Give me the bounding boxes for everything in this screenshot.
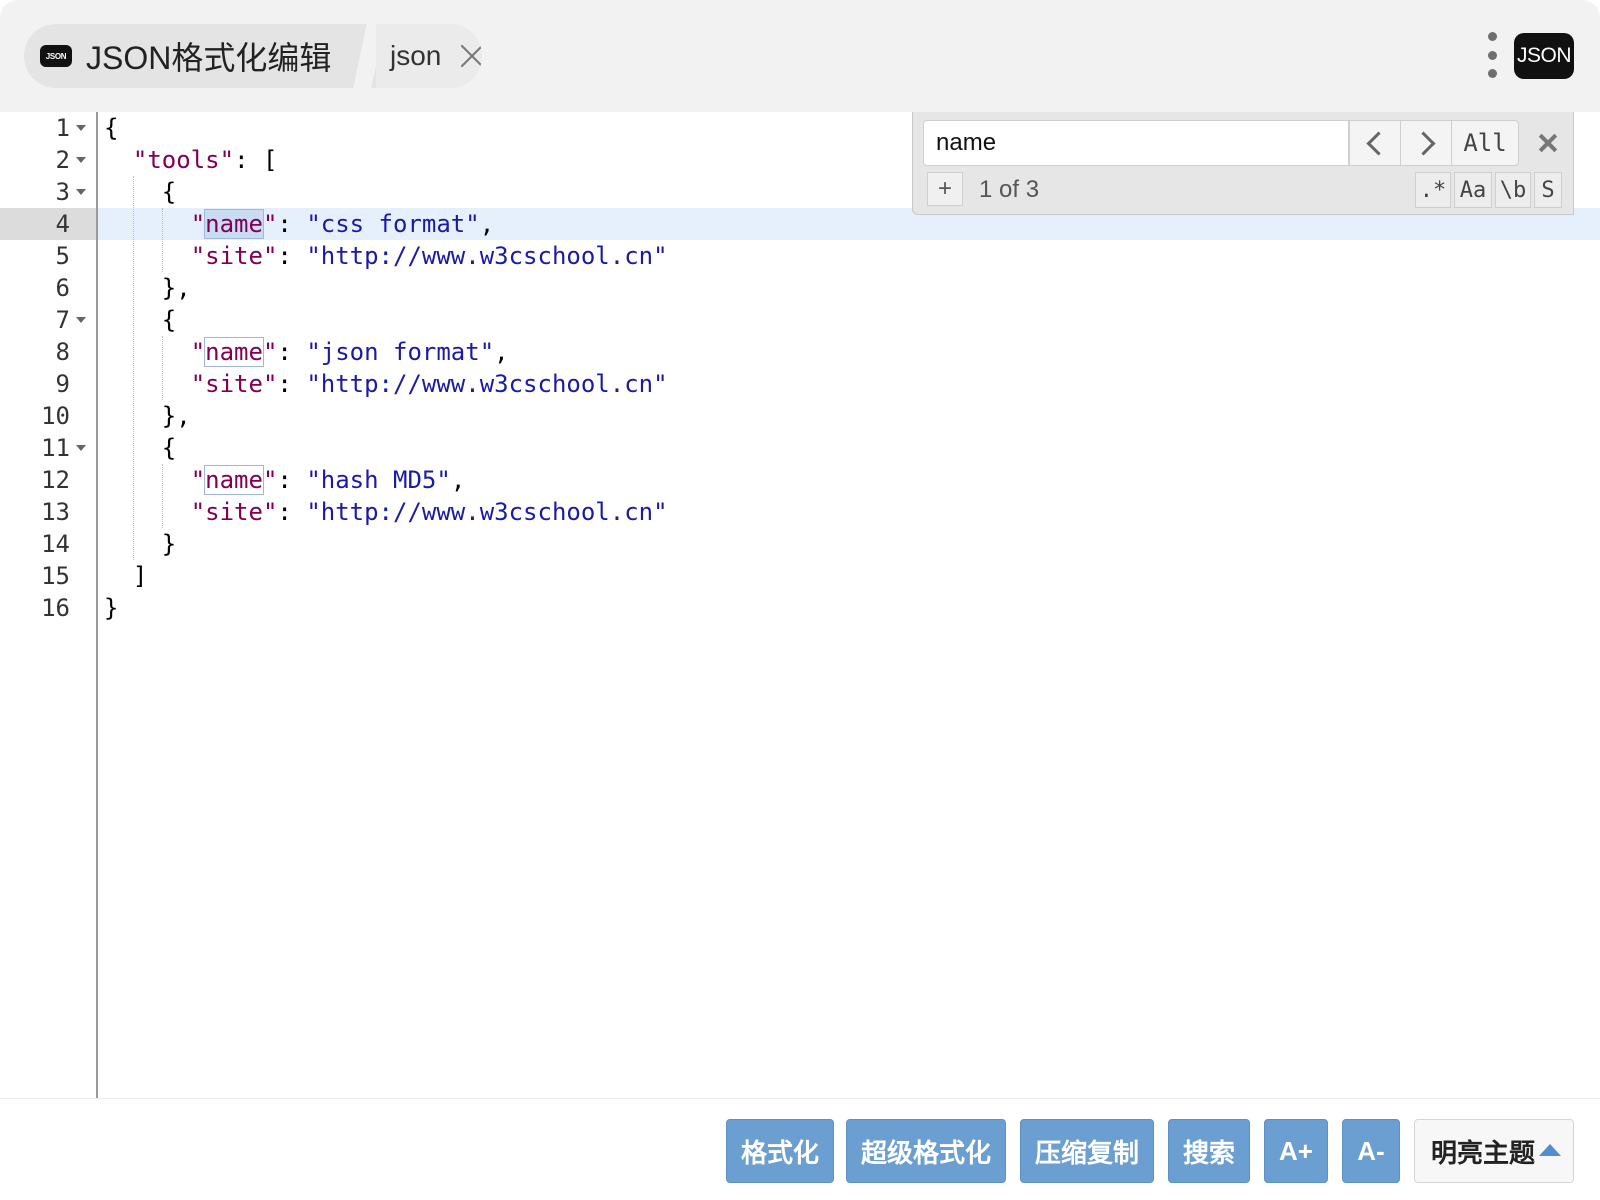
case-sensitive-toggle[interactable]: Aa bbox=[1454, 172, 1492, 208]
line-number: 16 bbox=[41, 594, 70, 622]
code-line[interactable]: }, bbox=[104, 400, 191, 432]
code-line[interactable]: "site": "http://www.w3cschool.cn" bbox=[104, 240, 668, 272]
close-search-icon[interactable] bbox=[1537, 132, 1559, 154]
more-menu-icon[interactable] bbox=[1486, 32, 1498, 78]
line-number: 10 bbox=[41, 402, 70, 430]
code-line[interactable]: "name": "json format", bbox=[104, 336, 509, 368]
code-line[interactable]: }, bbox=[104, 272, 191, 304]
super-format-button[interactable]: 超级格式化 bbox=[846, 1119, 1006, 1183]
caret-up-icon bbox=[1539, 1144, 1562, 1156]
fold-arrow-icon[interactable] bbox=[76, 445, 86, 451]
line-number: 11 bbox=[41, 434, 70, 462]
close-icon[interactable] bbox=[459, 43, 482, 69]
font-increase-button[interactable]: A+ bbox=[1264, 1119, 1328, 1183]
whole-word-toggle[interactable]: \b bbox=[1495, 172, 1531, 208]
json-key: "site" bbox=[190, 242, 278, 270]
theme-select[interactable]: 明亮主题 bbox=[1414, 1119, 1574, 1183]
code-line[interactable]: { bbox=[104, 432, 176, 464]
search-input[interactable] bbox=[923, 120, 1349, 166]
theme-label: 明亮主题 bbox=[1431, 1137, 1536, 1168]
app-window: JSON JSON格式化编辑 json JSON 1 2 3 4 5 6 7 8… bbox=[0, 0, 1600, 1200]
code-line[interactable]: { bbox=[104, 112, 118, 144]
find-all-button[interactable]: All bbox=[1451, 120, 1519, 166]
json-string: "css format" bbox=[306, 210, 480, 238]
chevron-right-icon bbox=[1410, 130, 1436, 156]
json-string: "hash MD5" bbox=[306, 466, 451, 494]
fold-arrow-icon[interactable] bbox=[76, 157, 86, 163]
tab-json[interactable]: json bbox=[376, 24, 482, 88]
code-line[interactable]: "name": "hash MD5", bbox=[104, 464, 465, 496]
search-button[interactable]: 搜索 bbox=[1168, 1119, 1250, 1183]
line-number: 9 bbox=[55, 370, 70, 398]
line-number: 14 bbox=[41, 530, 70, 558]
json-key: "name" bbox=[190, 337, 278, 367]
code-line[interactable]: } bbox=[104, 592, 118, 624]
fold-arrow-icon[interactable] bbox=[76, 125, 86, 131]
json-key: "name" bbox=[190, 465, 278, 495]
json-string: "http://www.w3cschool.cn" bbox=[306, 498, 668, 526]
line-number: 13 bbox=[41, 498, 70, 526]
fold-arrow-icon[interactable] bbox=[76, 317, 86, 323]
json-string: "http://www.w3cschool.cn" bbox=[306, 370, 668, 398]
line-number: 3 bbox=[55, 178, 70, 206]
chevron-left-icon bbox=[1365, 130, 1391, 156]
json-logo-icon: JSON bbox=[40, 45, 72, 67]
search-match-highlight: name bbox=[204, 465, 264, 495]
tab-json-label: json bbox=[390, 40, 442, 71]
line-number: 6 bbox=[55, 274, 70, 302]
line-number: 8 bbox=[55, 338, 70, 366]
header-bar: JSON JSON格式化编辑 json JSON bbox=[0, 0, 1600, 112]
code-line[interactable]: "name": "css format", bbox=[104, 208, 494, 240]
json-key: "site" bbox=[190, 498, 278, 526]
code-line[interactable]: { bbox=[104, 176, 176, 208]
json-key: "site" bbox=[190, 370, 278, 398]
code-line[interactable]: "site": "http://www.w3cschool.cn" bbox=[104, 496, 668, 528]
regex-toggle[interactable]: .* bbox=[1415, 172, 1451, 208]
json-key: "tools" bbox=[132, 146, 235, 174]
search-match-highlight: name bbox=[204, 209, 264, 239]
app-title: JSON格式化编辑 bbox=[86, 40, 332, 76]
json-string: "json format" bbox=[306, 338, 495, 366]
line-number: 15 bbox=[41, 562, 70, 590]
font-decrease-button[interactable]: A- bbox=[1342, 1119, 1400, 1183]
line-number: 5 bbox=[55, 242, 70, 270]
line-number: 4 bbox=[55, 210, 70, 238]
json-key: "name" bbox=[190, 209, 278, 239]
code-line[interactable]: "site": "http://www.w3cschool.cn" bbox=[104, 368, 668, 400]
footer-toolbar: 格式化 超级格式化 压缩复制 搜索 A+ A- 明亮主题 bbox=[0, 1098, 1600, 1200]
line-number: 2 bbox=[55, 146, 70, 174]
json-string: "http://www.w3cschool.cn" bbox=[306, 242, 668, 270]
tab-group: JSON JSON格式化编辑 json bbox=[24, 24, 482, 88]
code-line[interactable]: "tools": [ bbox=[104, 144, 278, 176]
line-number: 12 bbox=[41, 466, 70, 494]
compress-copy-button[interactable]: 压缩复制 bbox=[1020, 1119, 1154, 1183]
json-app-icon[interactable]: JSON bbox=[1514, 33, 1574, 79]
line-number: 7 bbox=[55, 306, 70, 334]
replace-toggle-button[interactable]: + bbox=[927, 172, 963, 206]
find-next-button[interactable] bbox=[1400, 120, 1452, 166]
fold-arrow-icon[interactable] bbox=[76, 189, 86, 195]
line-number: 1 bbox=[55, 114, 70, 142]
code-line[interactable]: { bbox=[104, 304, 176, 336]
search-panel: All + 1 of 3 .* Aa \b S bbox=[912, 112, 1574, 215]
code-editor[interactable]: 1 2 3 4 5 6 7 8 9 10 11 12 13 14 15 16 {… bbox=[0, 112, 1600, 1098]
format-button[interactable]: 格式化 bbox=[726, 1119, 834, 1183]
search-in-selection-toggle[interactable]: S bbox=[1534, 172, 1562, 208]
tab-json-editor[interactable]: JSON JSON格式化编辑 bbox=[24, 24, 369, 88]
find-previous-button[interactable] bbox=[1349, 120, 1401, 166]
code-line[interactable]: } bbox=[104, 528, 176, 560]
search-match-highlight: name bbox=[204, 337, 264, 367]
search-counter: 1 of 3 bbox=[979, 176, 1040, 203]
code-line[interactable]: ] bbox=[104, 560, 147, 592]
